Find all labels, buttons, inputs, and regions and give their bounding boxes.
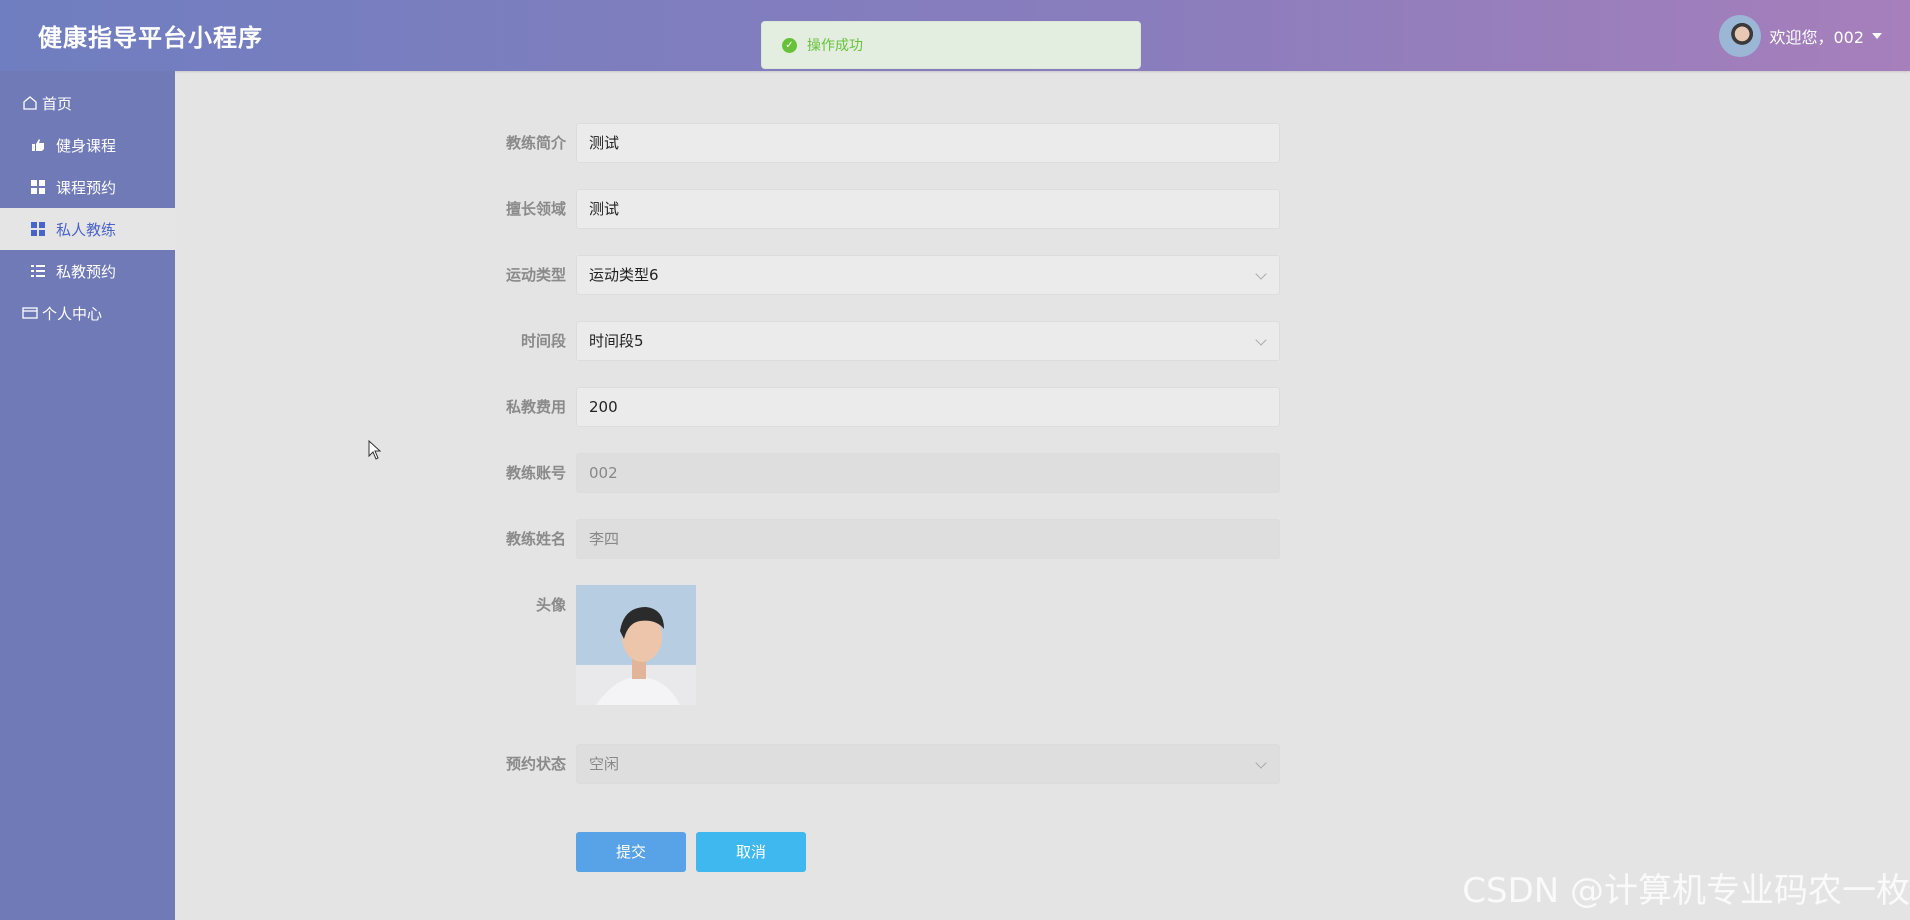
submit-button[interactable]: 提交 xyxy=(576,832,686,872)
app-title: 健康指导平台小程序 xyxy=(38,24,263,52)
sidebar-item-label: 首页 xyxy=(42,94,73,113)
mouse-cursor-icon xyxy=(368,439,382,464)
form-row-account: 教练账号 002 xyxy=(175,453,1910,493)
grid-icon xyxy=(30,221,46,237)
caret-down-icon[interactable] xyxy=(1872,33,1882,39)
sidebar-item-label: 私教预约 xyxy=(56,262,117,281)
coach-edit-form: 教练简介 测试 擅长领域 测试 运动类型 运动类型6 时间段 时间段5 私教费用… xyxy=(175,71,1910,920)
sidebar-item-private-coach[interactable]: 私人教练 xyxy=(0,208,175,250)
form-row-status: 预约状态 空闲 xyxy=(175,744,1910,784)
fee-input[interactable]: 200 xyxy=(576,387,1280,427)
time-slot-label: 时间段 xyxy=(520,332,566,350)
sidebar-item-label: 课程预约 xyxy=(56,178,117,197)
account-label: 教练账号 xyxy=(505,464,566,482)
chevron-down-icon xyxy=(1255,757,1267,769)
watermark: CSDN @计算机专业码农一枚 xyxy=(1462,871,1910,911)
sport-type-value: 运动类型6 xyxy=(589,266,659,284)
status-value: 空闲 xyxy=(589,755,620,773)
form-row-intro: 教练简介 测试 xyxy=(175,123,1910,163)
sidebar-item-label: 健身课程 xyxy=(56,136,117,155)
sport-type-select[interactable]: 运动类型6 xyxy=(576,255,1280,295)
sport-type-label: 运动类型 xyxy=(505,266,566,284)
check-circle-icon: ✓ xyxy=(782,37,797,53)
form-row-avatar: 头像 xyxy=(175,585,1910,705)
sidebar: 首页 健身课程 课程预约 私人教练 私教预约 个人中心 xyxy=(0,71,175,920)
home-icon xyxy=(22,95,38,111)
specialty-input[interactable]: 测试 xyxy=(576,189,1280,229)
form-row-time-slot: 时间段 时间段5 xyxy=(175,321,1910,361)
form-row-name: 教练姓名 李四 xyxy=(175,519,1910,559)
sidebar-item-fitness-course[interactable]: 健身课程 xyxy=(0,124,175,166)
name-input: 李四 xyxy=(576,519,1280,559)
avatar-image[interactable] xyxy=(576,585,696,705)
user-avatar[interactable] xyxy=(1719,15,1762,57)
name-label: 教练姓名 xyxy=(505,530,566,548)
sidebar-item-home[interactable]: 首页 xyxy=(0,82,175,124)
status-select: 空闲 xyxy=(576,744,1280,784)
sidebar-item-label: 私人教练 xyxy=(56,220,117,239)
form-row-specialty: 擅长领域 测试 xyxy=(175,189,1910,229)
card-icon xyxy=(22,305,38,321)
sidebar-item-course-booking[interactable]: 课程预约 xyxy=(0,166,175,208)
fee-label: 私教费用 xyxy=(505,398,566,416)
user-menu[interactable]: 欢迎您，002 xyxy=(1719,15,1882,57)
time-slot-select[interactable]: 时间段5 xyxy=(576,321,1280,361)
welcome-text[interactable]: 欢迎您，002 xyxy=(1769,24,1864,48)
chevron-down-icon xyxy=(1255,268,1267,280)
form-row-fee: 私教费用 200 xyxy=(175,387,1910,427)
success-toast: ✓ 操作成功 xyxy=(761,21,1141,69)
grid-icon xyxy=(30,179,46,195)
intro-label: 教练简介 xyxy=(505,134,566,152)
status-label: 预约状态 xyxy=(505,755,566,773)
avatar-label: 头像 xyxy=(535,596,566,614)
thumbs-up-icon xyxy=(30,137,46,153)
sidebar-item-label: 个人中心 xyxy=(42,304,103,323)
chevron-down-icon xyxy=(1255,334,1267,346)
list-icon xyxy=(30,263,46,279)
sidebar-item-private-booking[interactable]: 私教预约 xyxy=(0,250,175,292)
cancel-button[interactable]: 取消 xyxy=(696,832,806,872)
intro-input[interactable]: 测试 xyxy=(576,123,1280,163)
sidebar-item-personal-center[interactable]: 个人中心 xyxy=(0,292,175,334)
specialty-label: 擅长领域 xyxy=(505,200,566,218)
time-slot-value: 时间段5 xyxy=(589,332,644,350)
form-row-sport-type: 运动类型 运动类型6 xyxy=(175,255,1910,295)
toast-message: 操作成功 xyxy=(807,38,863,54)
account-input: 002 xyxy=(576,453,1280,493)
